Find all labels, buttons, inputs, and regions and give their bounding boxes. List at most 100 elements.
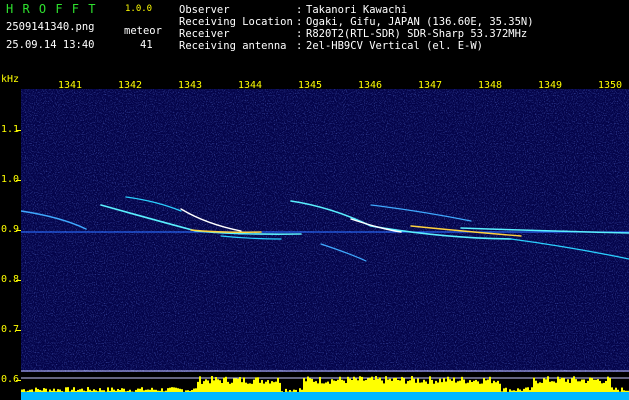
signal-bar xyxy=(565,381,567,392)
signal-bar xyxy=(161,388,163,392)
signal-bar xyxy=(395,377,397,392)
signal-bar xyxy=(569,382,571,392)
spectrogram xyxy=(21,89,629,372)
signal-bar xyxy=(61,391,63,392)
file-datetime: 25.09.14 13:40 xyxy=(6,39,95,51)
signal-bar xyxy=(285,388,287,392)
signal-bar xyxy=(251,383,253,392)
signal-bar xyxy=(167,388,169,392)
info-value-location: Ogaki, Gifu, JAPAN (136.60E, 35.35N) xyxy=(306,16,534,28)
signal-bar xyxy=(407,381,409,392)
signal-bar xyxy=(177,388,179,392)
signal-bar xyxy=(315,381,317,392)
signal-bar xyxy=(289,389,291,392)
signal-bar xyxy=(39,389,41,392)
signal-bar xyxy=(355,378,357,392)
signal-bar xyxy=(25,391,27,392)
signal-bar xyxy=(373,379,375,392)
signal-bar xyxy=(583,379,585,392)
signal-bar xyxy=(441,382,443,392)
app-logo: H R O F F T xyxy=(6,2,97,16)
signal-bar xyxy=(353,376,355,392)
signal-bar xyxy=(555,382,557,392)
signal-bar xyxy=(199,376,201,392)
signal-bar xyxy=(57,389,59,392)
signal-bar xyxy=(485,380,487,392)
signal-bar xyxy=(269,383,271,392)
signal-bar xyxy=(307,376,309,392)
signal-bar xyxy=(299,388,301,392)
signal-bar xyxy=(445,381,447,392)
signal-bar xyxy=(457,381,459,392)
info-sep: : xyxy=(296,16,303,28)
signal-bar xyxy=(65,387,67,392)
signal-bar xyxy=(191,390,193,392)
signal-bar xyxy=(357,380,359,392)
signal-bar xyxy=(139,388,141,392)
signal-bar xyxy=(175,387,177,392)
signal-bar xyxy=(379,377,381,392)
signal-bar xyxy=(469,380,471,392)
signal-bar xyxy=(459,380,461,392)
signal-bar xyxy=(27,390,29,392)
signal-bar xyxy=(281,391,283,392)
signal-bar xyxy=(573,376,575,392)
signal-bar xyxy=(215,377,217,392)
signal-bar xyxy=(383,383,385,392)
signal-bar xyxy=(593,379,595,392)
signal-bar xyxy=(335,380,337,392)
signal-bar xyxy=(443,378,445,392)
signal-bar xyxy=(237,378,239,392)
signal-bar xyxy=(135,389,137,392)
meteor-label: meteor xyxy=(124,25,162,37)
signal-bar xyxy=(393,377,395,392)
signal-bar xyxy=(261,380,263,392)
signal-bar xyxy=(533,377,535,392)
signal-bar xyxy=(107,387,109,392)
signal-bar xyxy=(499,383,501,392)
signal-bar xyxy=(625,390,627,392)
signal-bar xyxy=(589,377,591,392)
signal-bar xyxy=(81,388,83,392)
signal-bar xyxy=(247,383,249,392)
signal-bar xyxy=(385,376,387,392)
signal-bar xyxy=(595,379,597,392)
signal-bar xyxy=(67,387,69,392)
signal-bar xyxy=(189,390,191,392)
signal-bar xyxy=(591,378,593,392)
signal-bar xyxy=(85,391,87,392)
signal-bar xyxy=(243,377,245,392)
signal-bar xyxy=(293,389,295,392)
signal-bar xyxy=(493,380,495,392)
signal-bar xyxy=(539,382,541,392)
signal-bar xyxy=(331,379,333,392)
signal-bar xyxy=(369,377,371,392)
signal-bar xyxy=(581,379,583,392)
signal-bar xyxy=(579,381,581,392)
signal-bar xyxy=(455,382,457,392)
info-key-observer: Observer xyxy=(179,4,230,16)
signal-bar xyxy=(537,383,539,392)
signal-bar xyxy=(617,389,619,392)
signal-bar xyxy=(401,376,403,392)
signal-bar xyxy=(241,382,243,392)
signal-bar xyxy=(169,387,171,392)
signal-bar xyxy=(103,390,105,392)
signal-bar xyxy=(543,378,545,392)
signal-bar xyxy=(603,382,605,392)
signal-bar xyxy=(227,381,229,392)
signal-bar xyxy=(303,378,305,392)
signal-bar xyxy=(611,387,613,392)
signal-bar xyxy=(515,390,517,392)
info-value-receiver: R820T2(RTL-SDR) SDR-Sharp 53.372MHz xyxy=(306,28,528,40)
signal-bar xyxy=(123,388,125,392)
signal-bar xyxy=(53,388,55,392)
signal-bar xyxy=(159,390,161,392)
signal-bar xyxy=(211,376,213,392)
y-unit-label: kHz xyxy=(1,74,20,85)
signal-bar xyxy=(173,387,175,392)
signal-bar xyxy=(453,377,455,392)
signal-bar xyxy=(463,379,465,392)
signal-bar xyxy=(421,382,423,392)
signal-bar xyxy=(435,380,437,392)
